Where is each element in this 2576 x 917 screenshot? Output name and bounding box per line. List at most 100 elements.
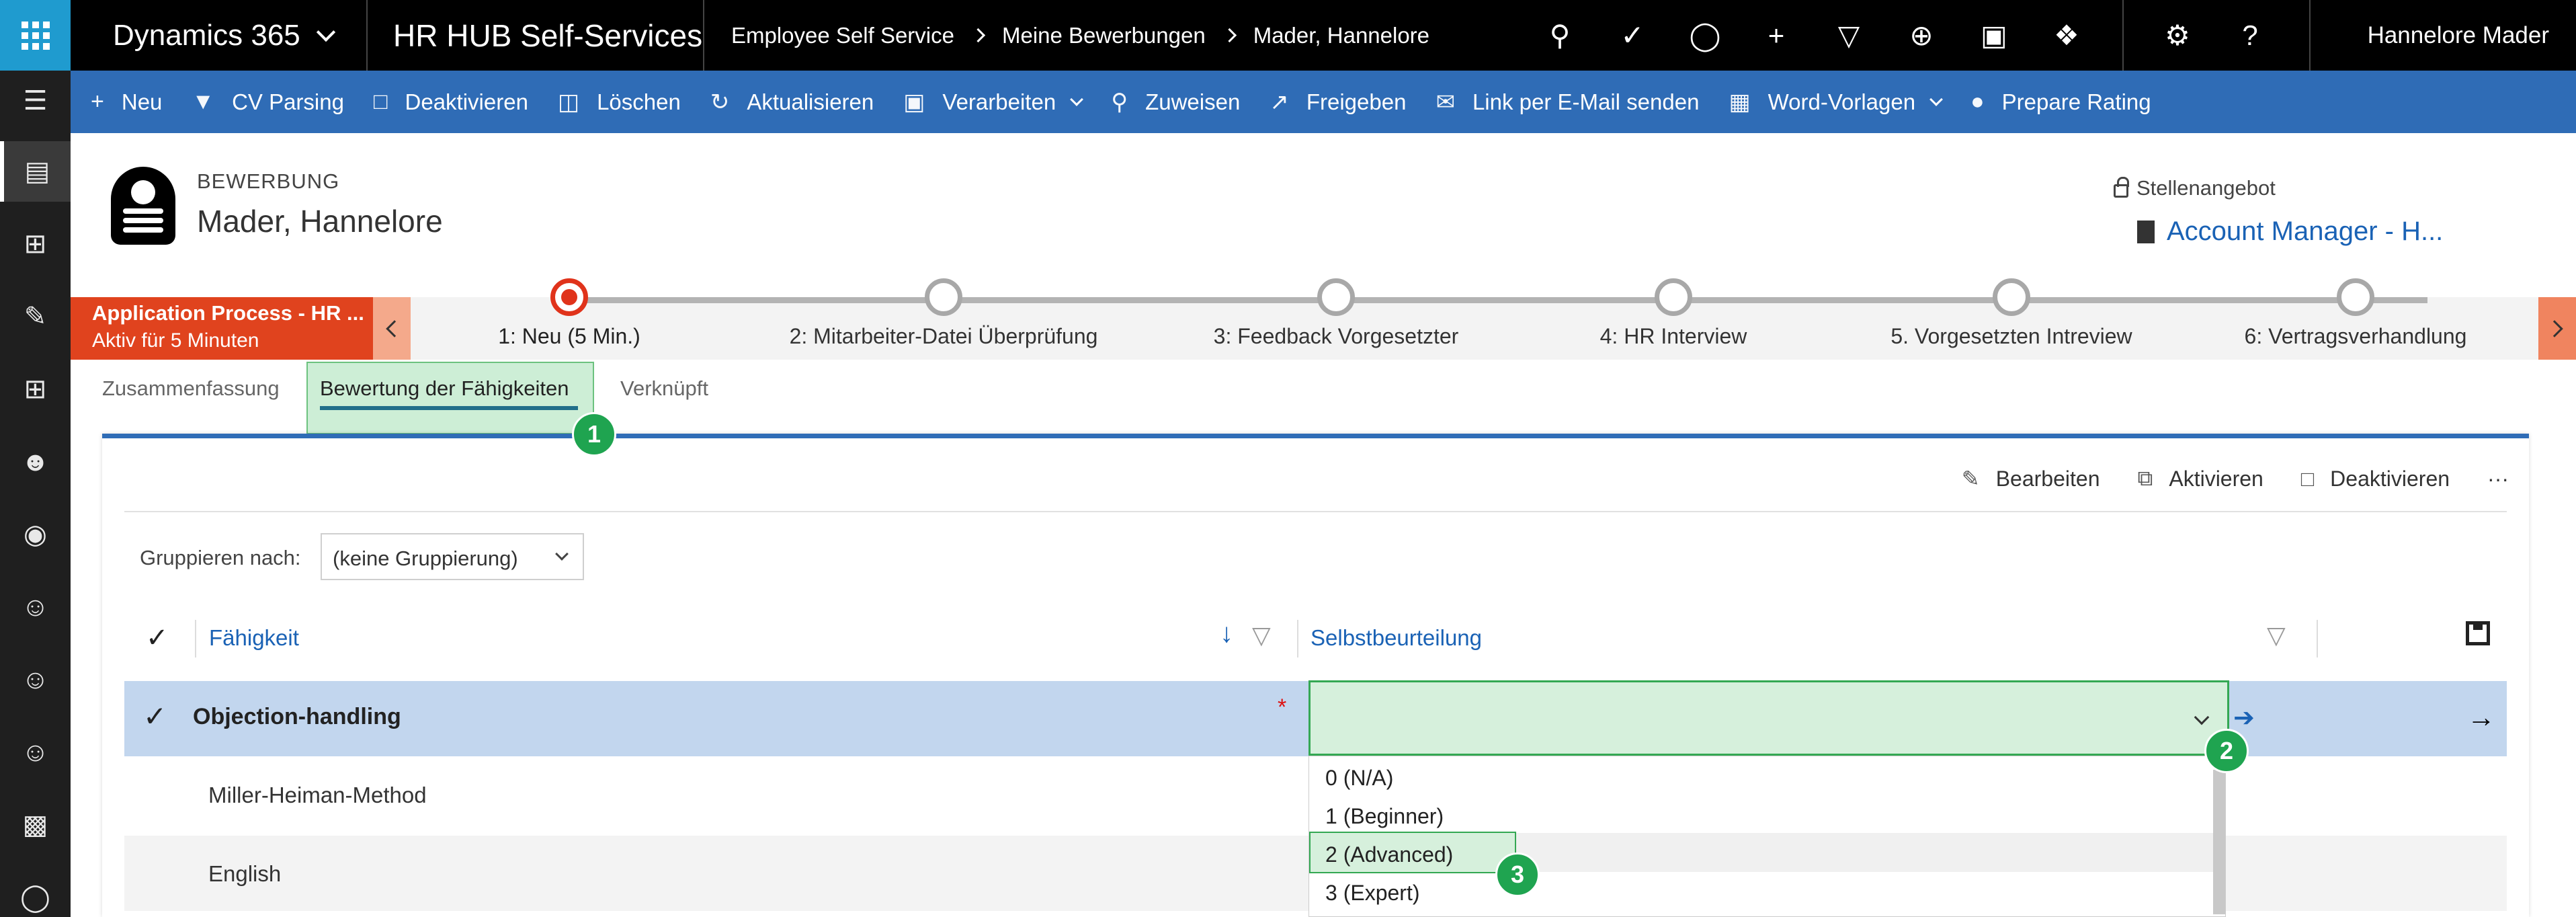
option-na[interactable]: 0 (N/A) (1325, 766, 1393, 791)
edit-button[interactable]: ✎ Bearbeiten (1962, 466, 2100, 491)
circle-plus-icon[interactable]: ⊕ (1891, 0, 1952, 71)
divider (2309, 0, 2311, 71)
deactivate-icon: □ (373, 89, 388, 114)
option-advanced[interactable]: 2 (Advanced) (1325, 842, 1453, 867)
nav-user-icon[interactable]: ◯ (0, 867, 71, 917)
stage-5-dot[interactable] (1993, 278, 2030, 316)
cv-parsing-button[interactable]: ▼ CV Parsing (177, 71, 359, 133)
nav-org-icon[interactable]: ⊞ (0, 214, 71, 274)
assign-button[interactable]: ⚲ Zuweisen (1096, 71, 1255, 133)
stage-6-dot[interactable] (2337, 278, 2374, 316)
help-icon[interactable]: ? (2220, 0, 2280, 71)
stage-5-label[interactable]: 5. Vorgesetzten Intreview (1891, 324, 2132, 349)
nav-group-icon[interactable]: ☺ (0, 649, 71, 710)
chevron-down-icon (1070, 92, 1084, 106)
column-separator (195, 620, 196, 657)
process-label: Verarbeiten (942, 89, 1056, 114)
lookup-field-label: Stellenangebot (2114, 176, 2276, 200)
sort-arrow-icon[interactable]: ↓ (1220, 619, 1233, 649)
chevron-down-icon (316, 22, 335, 42)
record-avatar-icon (111, 167, 175, 245)
word-templates-button[interactable]: ▦ Word-Vorlagen (1714, 71, 1956, 133)
save-icon[interactable] (2466, 621, 2490, 645)
filter-icon: ▼ (192, 89, 215, 114)
self-assessment-select[interactable] (1308, 680, 2229, 756)
chevron-down-icon (2194, 709, 2210, 725)
user-menu[interactable]: Hannelore Mader (2368, 0, 2549, 71)
lightbulb-icon[interactable]: ◯ (1675, 0, 1735, 71)
nav-people-icon[interactable]: ☻ (0, 432, 71, 492)
option-expert[interactable]: 3 (Expert) (1325, 881, 1419, 906)
process-flyout[interactable]: Application Process - HR ... Aktiv für 5… (71, 297, 373, 360)
stage-1-dot[interactable] (550, 278, 588, 316)
more-commands-button[interactable]: ··· (2487, 467, 2509, 491)
delete-button[interactable]: ◫ Löschen (543, 71, 696, 133)
nav-team-icon[interactable]: ☺ (0, 722, 71, 783)
stage-next-button[interactable] (2538, 297, 2576, 360)
document-icon[interactable]: ▣ (1964, 0, 2024, 71)
chevron-right-icon (1222, 28, 1237, 43)
task-check-icon[interactable]: ✓ (1602, 0, 1663, 71)
process-name: Application Process - HR ... (92, 301, 364, 325)
email-link-button[interactable]: ✉ Link per E-Mail senden (1421, 71, 1714, 133)
stage-previous-button[interactable] (373, 297, 411, 360)
stage-4-label[interactable]: 4: HR Interview (1600, 324, 1747, 349)
filter-icon[interactable]: ▽ (2267, 621, 2286, 649)
stage-2-label[interactable]: 2: Mitarbeiter-Datei Überprüfung (790, 324, 1098, 349)
group-by-select[interactable]: (keine Gruppierung) (321, 533, 584, 580)
column-header-self-assessment[interactable]: Selbstbeurteilung (1311, 625, 1482, 651)
row-checkbox[interactable]: ✓ (143, 700, 167, 733)
nav-clipboard-icon[interactable]: ✎ (0, 286, 71, 347)
plus-icon: + (91, 89, 104, 114)
option-beginner[interactable]: 1 (Beginner) (1325, 804, 1444, 829)
activate-button[interactable]: ⧉ Aktivieren (2137, 466, 2263, 491)
app-switcher[interactable]: Dynamics 365 (113, 0, 335, 71)
deactivate-button[interactable]: □ Deaktivieren (359, 71, 543, 133)
nav-dashboard-icon[interactable]: ▤ (0, 141, 71, 202)
nav-badge-icon[interactable]: ▩ (0, 795, 71, 855)
share-button[interactable]: ↗ Freigeben (1255, 71, 1421, 133)
person-icon: ● (1970, 89, 1985, 114)
select-all-checkbox[interactable]: ✓ (146, 623, 169, 653)
app-launcher-button[interactable] (0, 0, 71, 71)
filter-icon[interactable]: ▽ (1252, 621, 1271, 649)
new-button[interactable]: + Neu (71, 71, 177, 133)
column-header-skill[interactable]: Fähigkeit (209, 625, 299, 651)
filter-icon[interactable]: ▽ (1819, 0, 1879, 71)
chevron-right-icon (970, 28, 986, 43)
chevron-left-icon (386, 319, 403, 337)
module-name[interactable]: HR HUB Self-Services (393, 0, 702, 71)
open-record-arrow-icon[interactable]: ➔ (2233, 703, 2255, 733)
stage-2-dot[interactable] (925, 278, 962, 316)
refresh-button[interactable]: ↻ Aktualisieren (696, 71, 888, 133)
activate-label: Aktivieren (2169, 466, 2263, 491)
tab-related[interactable]: Verknüpft (620, 376, 708, 401)
nav-hierarchy-icon[interactable]: ⊞ (0, 359, 71, 420)
search-icon[interactable]: ⚲ (1530, 0, 1590, 71)
stage-1-label[interactable]: 1: Neu (5 Min.) (498, 324, 640, 349)
process-button[interactable]: ▣ Verarbeiten (888, 71, 1096, 133)
navigate-arrow-icon[interactable]: → (2467, 701, 2495, 733)
document-icon (2137, 220, 2155, 243)
breadcrumb-item[interactable]: Meine Bewerbungen (1002, 23, 1206, 48)
stage-3-label[interactable]: 3: Feedback Vorgesetzter (1214, 324, 1459, 349)
stage-3-dot[interactable] (1317, 278, 1355, 316)
stage-4-dot[interactable] (1655, 278, 1692, 316)
job-offer-lookup-link[interactable]: Account Manager - H... (2137, 216, 2443, 247)
gear-icon[interactable]: ⚙ (2147, 0, 2208, 71)
nav-contacts-icon[interactable]: ☺ (0, 577, 71, 637)
table-row[interactable]: ✓ Objection-handling * ➔ → (124, 680, 2507, 756)
breadcrumb-item[interactable]: Mader, Hannelore (1253, 23, 1429, 48)
prepare-rating-button[interactable]: ● Prepare Rating (1956, 71, 2166, 133)
plus-icon[interactable]: + (1746, 0, 1806, 71)
tab-summary[interactable]: Zusammenfassung (102, 376, 280, 401)
breadcrumb-item[interactable]: Employee Self Service (731, 23, 954, 48)
puzzle-icon[interactable]: ❖ (2036, 0, 2097, 71)
subgrid-deactivate-button[interactable]: □ Deaktivieren (2301, 467, 2450, 491)
nav-camera-icon[interactable]: ◉ (0, 504, 71, 565)
hamburger-menu-icon[interactable]: ☰ (0, 71, 71, 131)
group-by-label: Gruppieren nach: (140, 546, 301, 569)
scrollbar[interactable] (2213, 770, 2225, 914)
stage-6-label[interactable]: 6: Vertragsverhandlung (2245, 324, 2467, 349)
tab-skill-assessment[interactable]: Bewertung der Fähigkeiten (320, 376, 569, 401)
